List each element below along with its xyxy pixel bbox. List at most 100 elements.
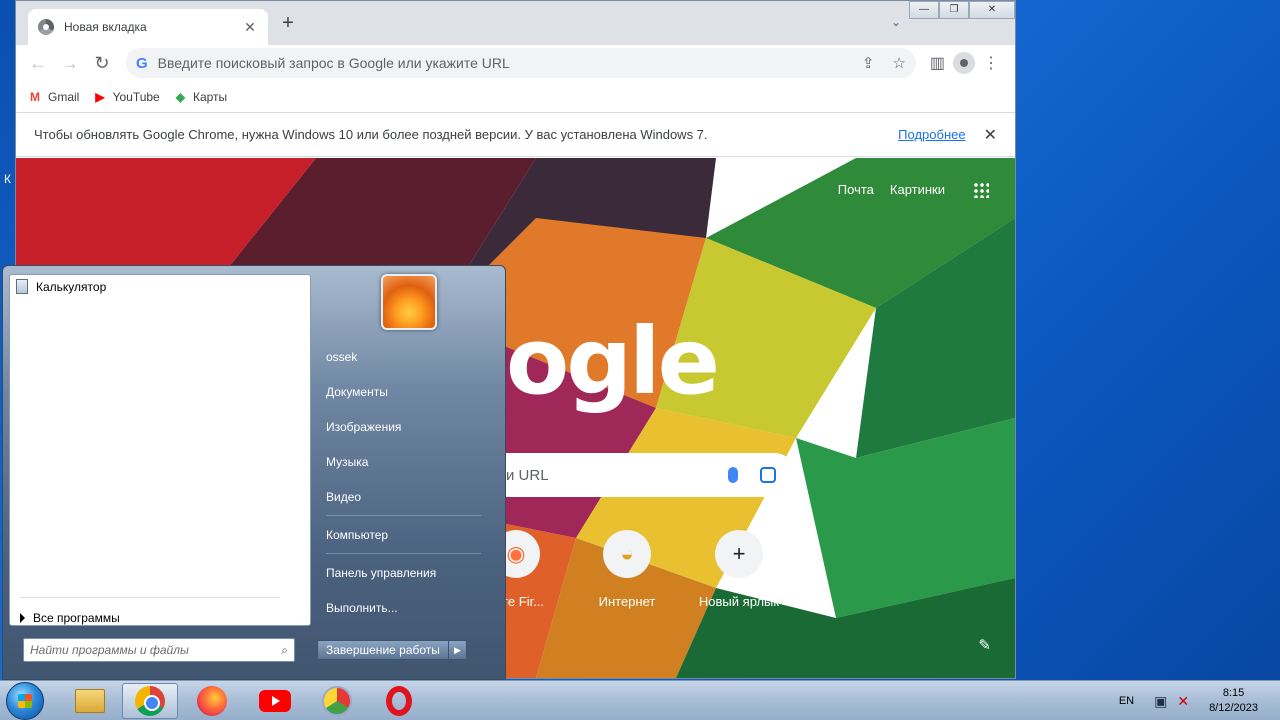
images-link[interactable]: Картинки <box>890 182 945 197</box>
places-documents[interactable]: Документы <box>326 381 501 416</box>
side-panel-icon[interactable]: ▥ <box>930 53 945 73</box>
start-search-placeholder[interactable]: Найти программы и файлы <box>30 643 281 657</box>
tab-new-tab[interactable]: Новая вкладка ✕ <box>28 9 268 45</box>
divider <box>326 553 481 554</box>
add-icon: + <box>715 530 763 578</box>
arrow-right-icon <box>20 613 25 623</box>
start-menu-places: ossek Документы Изображения Музыка Видео… <box>326 346 501 632</box>
taskbar-explorer[interactable] <box>62 683 118 719</box>
taskbar-firefox[interactable] <box>184 683 240 719</box>
close-window-button[interactable]: ✕ <box>969 1 1015 19</box>
shortcut-internet[interactable]: ◒ Интернет <box>577 530 677 609</box>
all-programs-button[interactable]: Все программы <box>20 611 120 625</box>
infobar-close-icon[interactable]: ✕ <box>984 125 997 145</box>
start-menu: Калькулятор Все программы Найти программ… <box>2 265 506 680</box>
language-indicator[interactable]: EN <box>1119 695 1134 707</box>
gmail-link[interactable]: Почта <box>838 182 874 197</box>
browser-icon <box>322 686 352 716</box>
gmail-icon: M <box>30 89 40 104</box>
infobar-message: Чтобы обновлять Google Chrome, нужна Win… <box>34 127 708 142</box>
bookmark-label: Карты <box>192 89 228 104</box>
places-pictures[interactable]: Изображения <box>326 416 501 451</box>
chrome-icon: ◒ <box>603 530 651 578</box>
toolbar: ← → ↻ G Введите поисковый запрос в Googl… <box>16 45 1015 81</box>
voice-search-icon[interactable] <box>728 467 738 483</box>
firefox-icon <box>197 686 227 716</box>
infobar-learn-more-link[interactable]: Подробнее <box>898 127 965 142</box>
shutdown-group: Завершение работы ▶ <box>317 640 467 660</box>
start-search-input[interactable]: Найти программы и файлы ⌕ <box>23 638 295 662</box>
tab-close-icon[interactable]: ✕ <box>242 19 258 36</box>
system-tray: EN ▣ ✕ 8:15 8/12/2023 <box>1119 681 1280 720</box>
google-icon: G <box>136 54 148 72</box>
taskbar: EN ▣ ✕ 8:15 8/12/2023 <box>0 680 1280 720</box>
customize-pencil-icon[interactable]: ✎ <box>978 636 991 654</box>
taskbar-opera[interactable] <box>371 683 427 719</box>
bookmark-star-icon[interactable]: ☆ <box>892 54 905 72</box>
volume-muted-icon[interactable]: ✕ <box>1177 693 1189 710</box>
bookmark-youtube[interactable]: ▶ YouTube <box>95 90 159 104</box>
desktop-label: К <box>4 172 11 186</box>
shortcut-label: Новый ярлык <box>698 594 780 609</box>
update-infobar: Чтобы обновлять Google Chrome, нужна Win… <box>16 113 1015 157</box>
window-controls: — ❐ ✕ <box>909 1 1015 19</box>
program-calculator[interactable]: Калькулятор <box>10 275 310 298</box>
lens-search-icon[interactable] <box>760 467 776 483</box>
reload-button[interactable]: ↻ <box>88 49 116 77</box>
bookmarks-bar: M Gmail ▶ YouTube ◆ Карты <box>16 81 1015 113</box>
back-button[interactable]: ← <box>24 49 52 77</box>
opera-icon <box>386 686 412 716</box>
clock-time: 8:15 <box>1222 687 1245 699</box>
taskbar-chrome[interactable] <box>122 683 178 719</box>
divider <box>20 597 280 598</box>
folder-icon <box>75 689 105 713</box>
places-control-panel[interactable]: Панель управления <box>326 562 501 597</box>
shutdown-options-icon[interactable]: ▶ <box>448 640 467 660</box>
bookmark-gmail[interactable]: M Gmail <box>30 90 79 104</box>
bookmark-maps[interactable]: ◆ Карты <box>176 90 227 104</box>
chrome-favicon-icon <box>38 19 54 35</box>
user-avatar[interactable] <box>381 274 437 330</box>
divider <box>326 515 481 516</box>
google-apps-icon[interactable] <box>973 182 989 198</box>
places-run[interactable]: Выполнить... <box>326 597 501 632</box>
restore-button[interactable]: ❐ <box>939 1 969 19</box>
all-programs-label: Все программы <box>33 611 120 625</box>
taskbar-youtube[interactable] <box>247 683 303 719</box>
omnibox[interactable]: G Введите поисковый запрос в Google или … <box>126 48 916 78</box>
ntp-top-links: Почта Картинки <box>838 182 945 197</box>
ntp-search-placeholder[interactable]: и URL <box>506 467 728 484</box>
taskbar-browser[interactable] <box>309 683 365 719</box>
youtube-icon <box>259 690 291 712</box>
google-logo: ogle <box>506 308 720 415</box>
bookmark-label: Gmail <box>48 89 80 104</box>
bookmark-label: YouTube <box>112 89 160 104</box>
search-icon[interactable]: ⌕ <box>281 643 288 658</box>
network-icon[interactable]: ▣ <box>1154 693 1167 710</box>
start-menu-programs: Калькулятор Все программы <box>9 274 311 626</box>
forward-button[interactable]: → <box>56 49 84 77</box>
clock[interactable]: 8:15 8/12/2023 <box>1209 686 1258 716</box>
shortcut-add[interactable]: + Новый ярлык <box>689 530 789 609</box>
places-music[interactable]: Музыка <box>326 451 501 486</box>
profile-avatar-icon[interactable] <box>953 52 975 74</box>
shortcut-label: Интернет <box>598 594 656 609</box>
share-icon[interactable]: ⇪ <box>862 54 875 72</box>
tab-title: Новая вкладка <box>64 20 147 34</box>
youtube-icon: ▶ <box>95 89 105 104</box>
chrome-icon <box>135 686 165 716</box>
places-user[interactable]: ossek <box>326 346 501 381</box>
tab-search-icon[interactable]: ⌄ <box>891 15 901 29</box>
program-label: Калькулятор <box>36 279 107 294</box>
start-button[interactable] <box>6 682 44 720</box>
ntp-search-box[interactable]: и URL <box>456 453 796 497</box>
minimize-button[interactable]: — <box>909 1 939 19</box>
clock-date: 8/12/2023 <box>1209 702 1258 714</box>
calculator-icon <box>16 279 28 294</box>
chrome-menu-icon[interactable]: ⋮ <box>983 53 999 73</box>
maps-icon: ◆ <box>175 89 185 104</box>
new-tab-button[interactable]: + <box>278 13 298 33</box>
omnibox-placeholder[interactable]: Введите поисковый запрос в Google или ук… <box>158 55 844 71</box>
shutdown-button[interactable]: Завершение работы <box>317 640 449 660</box>
tab-strip: Новая вкладка ✕ + ⌄ — ❐ ✕ <box>16 1 1015 45</box>
